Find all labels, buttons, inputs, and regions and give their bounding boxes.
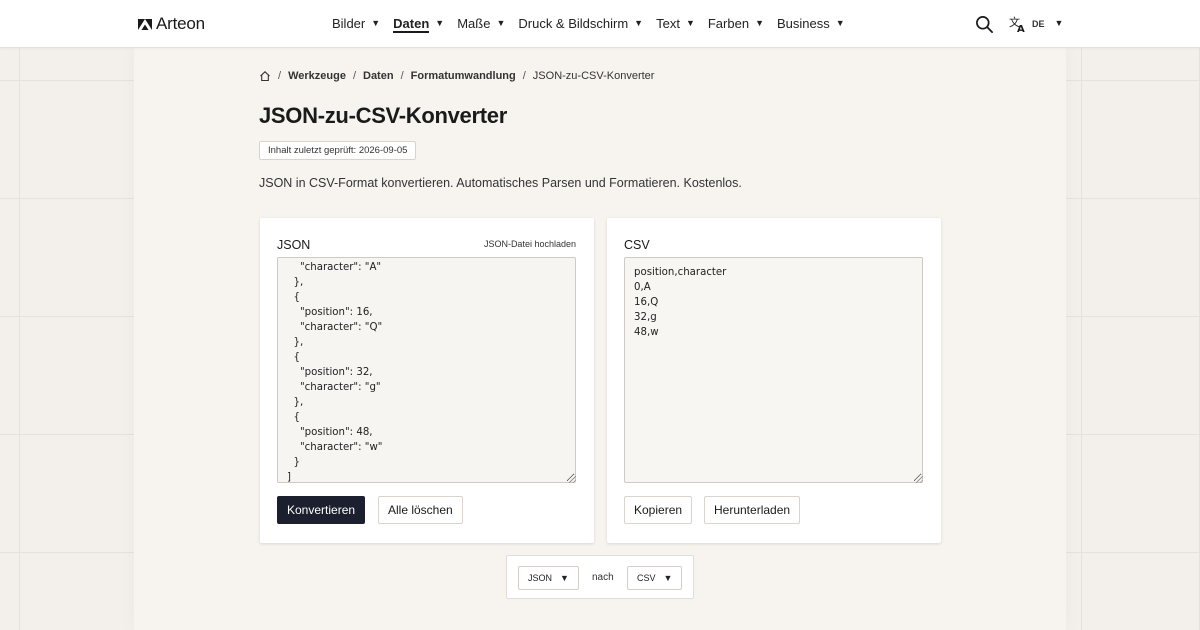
caret-down-icon: ▼ <box>755 17 764 28</box>
site-header: Arteon Bilder ▼ Daten ▼ Maße ▼ Druck & Bild… <box>0 0 1200 48</box>
main-nav: Bilder ▼ Daten ▼ Maße ▼ Druck & Bildschirm ▼… <box>332 0 858 48</box>
breadcrumb-link-daten[interactable]: Daten <box>363 70 394 82</box>
breadcrumb-separator: / <box>278 70 282 82</box>
home-icon[interactable] <box>259 70 271 82</box>
source-format-value: JSON <box>528 573 553 583</box>
nav-item-label: Daten <box>393 15 430 33</box>
breadcrumb-separator: / <box>400 70 404 82</box>
logo[interactable]: Arteon <box>137 14 205 34</box>
nav-item-label: Maße <box>457 16 491 31</box>
caret-down-icon: ▼ <box>435 17 445 28</box>
nav-item-druck-bildschirm[interactable]: Druck & Bildschirm ▼ <box>518 0 643 48</box>
last-checked-badge: Inhalt zuletzt geprüft: 2026-09-05 <box>259 141 417 160</box>
logo-text: Arteon <box>156 14 205 33</box>
logo-icon <box>138 19 152 30</box>
nav-item-farben[interactable]: Farben ▼ <box>708 0 764 48</box>
breadcrumb: / Werkzeuge / Daten / Formatumwandlung /… <box>259 68 654 84</box>
search-icon[interactable] <box>975 15 994 34</box>
nav-item-label: Bilder <box>332 16 366 31</box>
intro-text: JSON in CSV-Format konvertieren. Automat… <box>259 176 742 190</box>
breadcrumb-separator: / <box>352 70 356 82</box>
nav-item-masse[interactable]: Maße ▼ <box>457 0 505 48</box>
format-selector: JSON ▼ nach CSV ▼ <box>506 555 694 599</box>
nav-item-label: Druck & Bildschirm <box>518 16 629 31</box>
caret-down-icon: ▼ <box>663 572 673 583</box>
json-panel-title: JSON <box>277 238 311 252</box>
csv-output-textarea[interactable]: position,character 0,A 16,Q 32,g 48,w <box>624 257 923 483</box>
nav-item-bilder[interactable]: Bilder ▼ <box>332 0 380 48</box>
caret-down-icon: ▼ <box>835 17 845 28</box>
csv-output-panel: CSV position,character 0,A 16,Q 32,g 48,… <box>607 218 941 543</box>
language-code: DE <box>1032 19 1045 29</box>
convert-button[interactable]: Konvertieren <box>277 496 366 524</box>
caret-down-icon: ▼ <box>634 17 644 28</box>
translate-icon: 文 A <box>1009 15 1025 33</box>
nav-item-business[interactable]: Business ▼ <box>777 0 845 48</box>
nav-item-daten[interactable]: Daten ▼ <box>393 0 444 48</box>
breadcrumb-link-formatumwandlung[interactable]: Formatumwandlung <box>411 70 516 82</box>
caret-down-icon: ▼ <box>371 17 381 28</box>
csv-panel-title: CSV <box>624 238 650 252</box>
upload-json-link[interactable]: JSON-Datei hochladen <box>484 239 576 249</box>
json-input-textarea[interactable]: "character": "A" }, { "position": 16, "c… <box>277 257 576 483</box>
caret-down-icon: ▼ <box>685 17 695 28</box>
clear-all-button[interactable]: Alle löschen <box>378 496 463 524</box>
target-format-select[interactable]: CSV ▼ <box>627 566 683 590</box>
page-title: JSON-zu-CSV-Konverter <box>259 103 507 128</box>
caret-down-icon: ▼ <box>1054 18 1064 28</box>
caret-down-icon: ▼ <box>496 17 506 28</box>
nav-item-text[interactable]: Text ▼ <box>656 0 695 48</box>
resize-handle-icon[interactable] <box>569 476 576 483</box>
language-switcher[interactable]: 文 A DE ▼ <box>1009 15 1063 33</box>
breadcrumb-link-werkzeuge[interactable]: Werkzeuge <box>288 70 346 82</box>
resize-handle-icon[interactable] <box>916 476 923 483</box>
format-separator-text: nach <box>592 572 614 583</box>
caret-down-icon: ▼ <box>560 572 569 583</box>
svg-text:A: A <box>1017 24 1025 33</box>
target-format-value: CSV <box>637 573 656 583</box>
json-input-panel: JSON JSON-Datei hochladen "character": "… <box>260 218 594 543</box>
copy-button[interactable]: Kopieren <box>624 496 693 524</box>
nav-item-label: Business <box>776 16 830 31</box>
nav-item-label: Farben <box>707 16 750 31</box>
nav-item-label: Text <box>656 16 680 31</box>
source-format-select[interactable]: JSON ▼ <box>518 566 579 590</box>
breadcrumb-current: JSON-zu-CSV-Konverter <box>532 70 655 82</box>
breadcrumb-separator: / <box>522 70 526 82</box>
download-button[interactable]: Herunterladen <box>704 496 801 524</box>
